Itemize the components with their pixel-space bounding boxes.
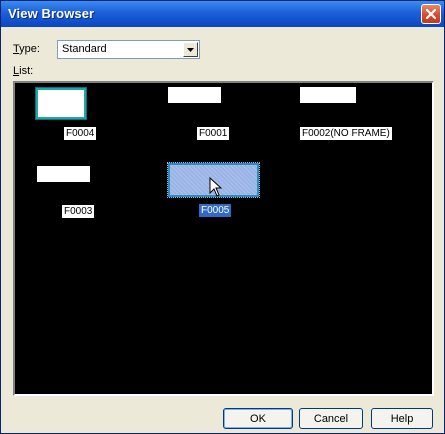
view-thumbnail[interactable] (35, 87, 87, 120)
type-dropdown-value: Standard (62, 43, 107, 55)
type-label: Type: (13, 43, 40, 55)
window-title: View Browser (8, 6, 95, 21)
view-name-label[interactable]: F0002(NO FRAME) (300, 127, 392, 140)
view-name-label[interactable]: F0001 (197, 127, 230, 140)
close-button[interactable] (421, 4, 441, 24)
dropdown-arrow-button[interactable] (183, 42, 198, 57)
view-browser-dialog: View Browser Type: Standard List: F0004 … (0, 0, 445, 434)
view-name-label[interactable]: F0005 (199, 204, 232, 217)
view-name-label[interactable]: F0004 (64, 127, 97, 140)
view-thumbnail[interactable] (300, 87, 356, 103)
mouse-cursor-icon (209, 177, 223, 197)
view-thumbnail[interactable] (37, 166, 90, 182)
help-button[interactable]: Help (371, 408, 433, 429)
cancel-button[interactable]: Cancel (299, 408, 363, 429)
type-dropdown[interactable]: Standard (57, 40, 200, 59)
ok-button[interactable]: OK (223, 408, 293, 429)
list-label: List: (13, 65, 34, 77)
chevron-down-icon (187, 47, 194, 52)
title-bar[interactable]: View Browser (1, 1, 444, 27)
close-icon (425, 8, 437, 20)
view-name-label[interactable]: F0003 (62, 205, 95, 218)
view-list[interactable]: F0004 F0001 F0002(NO FRAME) F0003 F0005 (13, 81, 434, 396)
view-thumbnail[interactable] (168, 87, 221, 103)
